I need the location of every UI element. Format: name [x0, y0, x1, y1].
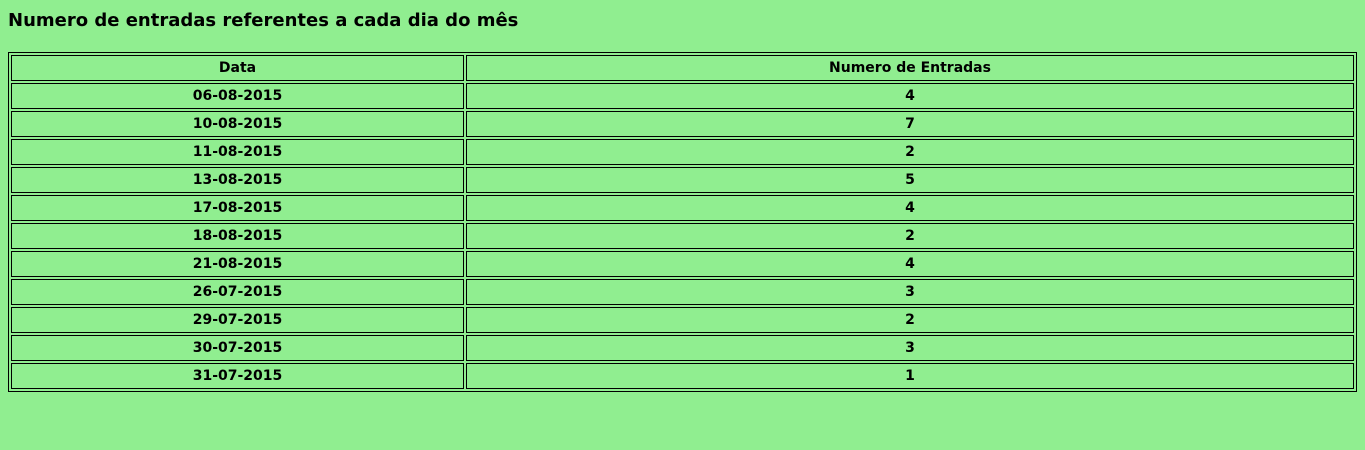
cell-date: 29-07-2015	[11, 307, 464, 333]
cell-date: 26-07-2015	[11, 279, 464, 305]
cell-date: 30-07-2015	[11, 335, 464, 361]
table-row: 29-07-2015 2	[11, 307, 1354, 333]
cell-date: 18-08-2015	[11, 223, 464, 249]
cell-entries: 3	[466, 279, 1354, 305]
cell-date: 31-07-2015	[11, 363, 464, 389]
cell-date: 06-08-2015	[11, 83, 464, 109]
cell-entries: 4	[466, 251, 1354, 277]
cell-entries: 3	[466, 335, 1354, 361]
table-row: 11-08-2015 2	[11, 139, 1354, 165]
cell-date: 21-08-2015	[11, 251, 464, 277]
cell-entries: 5	[466, 167, 1354, 193]
table-row: 13-08-2015 5	[11, 167, 1354, 193]
cell-entries: 2	[466, 307, 1354, 333]
table-row: 17-08-2015 4	[11, 195, 1354, 221]
table-row: 21-08-2015 4	[11, 251, 1354, 277]
page: Numero de entradas referentes a cada dia…	[0, 0, 1365, 400]
table-row: 10-08-2015 7	[11, 111, 1354, 137]
table-row: 06-08-2015 4	[11, 83, 1354, 109]
table-row: 30-07-2015 3	[11, 335, 1354, 361]
cell-date: 11-08-2015	[11, 139, 464, 165]
cell-entries: 1	[466, 363, 1354, 389]
cell-entries: 2	[466, 139, 1354, 165]
column-header-entries: Numero de Entradas	[466, 55, 1354, 81]
cell-entries: 4	[466, 83, 1354, 109]
cell-entries: 7	[466, 111, 1354, 137]
table-row: 18-08-2015 2	[11, 223, 1354, 249]
table-header-row: Data Numero de Entradas	[11, 55, 1354, 81]
cell-date: 17-08-2015	[11, 195, 464, 221]
table-row: 31-07-2015 1	[11, 363, 1354, 389]
table-row: 26-07-2015 3	[11, 279, 1354, 305]
cell-date: 13-08-2015	[11, 167, 464, 193]
page-title: Numero de entradas referentes a cada dia…	[8, 10, 519, 31]
entries-table: Data Numero de Entradas 06-08-2015 4 10-…	[8, 52, 1357, 392]
cell-date: 10-08-2015	[11, 111, 464, 137]
column-header-date: Data	[11, 55, 464, 81]
cell-entries: 4	[466, 195, 1354, 221]
cell-entries: 2	[466, 223, 1354, 249]
